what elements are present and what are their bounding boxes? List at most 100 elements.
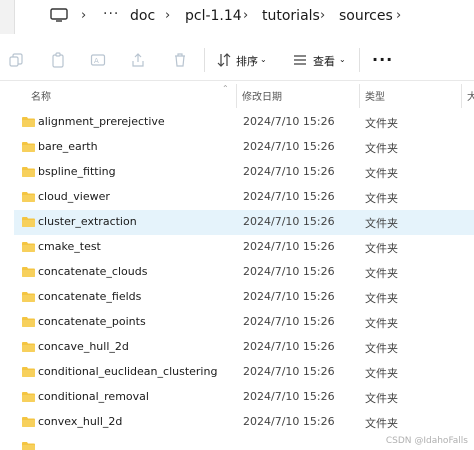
folder-icon — [22, 292, 35, 302]
share-icon[interactable] — [130, 52, 146, 68]
file-type: 文件夹 — [365, 142, 398, 155]
chevron-right-icon: › — [320, 8, 326, 23]
folder-icon — [22, 117, 35, 127]
address-bar-left-edge — [0, 0, 15, 34]
file-type: 文件夹 — [365, 117, 398, 130]
folder-icon — [22, 217, 35, 227]
file-type: 文件夹 — [365, 342, 398, 355]
file-type: 文件夹 — [365, 367, 398, 380]
file-date: 2024/7/10 15:26 — [243, 215, 335, 228]
svg-text:A: A — [94, 57, 99, 65]
paste-icon[interactable] — [50, 52, 66, 68]
address-bar: › ··· doc › pcl-1.14 › tutorials › sourc… — [0, 0, 474, 34]
breadcrumb-overflow-button[interactable]: ··· — [103, 6, 119, 22]
this-pc-icon[interactable] — [50, 8, 68, 22]
view-button[interactable]: 查看 ⌄ — [288, 40, 350, 80]
file-date: 2024/7/10 15:26 — [243, 190, 335, 203]
watermark: CSDN @IdahoFalls — [385, 436, 468, 446]
file-type: 文件夹 — [365, 392, 398, 405]
folder-icon — [22, 317, 35, 327]
sort-label: 排序 — [236, 55, 258, 68]
file-row[interactable]: convex_hull_2d 2024/7/10 15:26 文件夹 — [14, 410, 474, 435]
breadcrumb-item-sources[interactable]: sources — [339, 8, 393, 24]
file-name: concave_hull_2d — [38, 340, 129, 353]
breadcrumb-item-pcl[interactable]: pcl-1.14 — [185, 8, 242, 24]
file-row[interactable]: conditional_euclidean_clustering 2024/7/… — [14, 360, 474, 385]
file-date: 2024/7/10 15:26 — [243, 265, 335, 278]
file-row[interactable]: concatenate_clouds 2024/7/10 15:26 文件夹 — [14, 260, 474, 285]
file-type: 文件夹 — [365, 167, 398, 180]
file-date: 2024/7/10 15:26 — [243, 390, 335, 403]
file-name: bare_earth — [38, 140, 98, 153]
file-type: 文件夹 — [365, 317, 398, 330]
file-type: 文件夹 — [365, 292, 398, 305]
column-divider[interactable] — [461, 84, 462, 108]
chevron-right-icon: › — [81, 8, 87, 23]
column-header-type[interactable]: 类型 — [365, 88, 385, 103]
file-date: 2024/7/10 15:26 — [243, 340, 335, 353]
toolbar-divider — [359, 48, 360, 72]
file-type: 文件夹 — [365, 242, 398, 255]
folder-icon — [22, 442, 35, 450]
file-row-selected[interactable]: cluster_extraction 2024/7/10 15:26 文件夹 — [14, 210, 474, 235]
breadcrumb-item-doc[interactable]: doc — [130, 8, 155, 24]
file-date: 2024/7/10 15:26 — [243, 240, 335, 253]
file-row[interactable]: bspline_fitting 2024/7/10 15:26 文件夹 — [14, 160, 474, 185]
column-header-modified[interactable]: 修改日期 — [242, 88, 282, 103]
file-row[interactable]: alignment_prerejective 2024/7/10 15:26 文… — [14, 110, 474, 135]
copy-icon[interactable] — [8, 52, 24, 68]
file-date: 2024/7/10 15:26 — [243, 315, 335, 328]
file-type: 文件夹 — [365, 217, 398, 230]
folder-icon — [22, 392, 35, 402]
file-type: 文件夹 — [365, 417, 398, 430]
file-row[interactable]: concatenate_points 2024/7/10 15:26 文件夹 — [14, 310, 474, 335]
column-divider[interactable] — [359, 84, 360, 108]
folder-icon — [22, 167, 35, 177]
folder-icon — [22, 267, 35, 277]
chevron-right-icon: › — [165, 8, 171, 23]
file-name: conditional_euclidean_clustering — [38, 365, 218, 378]
view-label: 查看 — [313, 55, 335, 68]
file-row[interactable]: cmake_test 2024/7/10 15:26 文件夹 — [14, 235, 474, 260]
file-name: cloud_viewer — [38, 190, 110, 203]
column-divider[interactable] — [236, 84, 237, 108]
folder-icon — [22, 417, 35, 427]
file-row[interactable]: bare_earth 2024/7/10 15:26 文件夹 — [14, 135, 474, 160]
file-name: concatenate_points — [38, 315, 146, 328]
delete-icon[interactable] — [172, 52, 188, 68]
chevron-right-icon: › — [243, 8, 249, 23]
view-icon — [294, 55, 306, 65]
folder-icon — [22, 192, 35, 202]
sort-icon — [217, 53, 231, 67]
file-name: conditional_removal — [38, 390, 149, 403]
file-name: concatenate_clouds — [38, 265, 148, 278]
sort-button[interactable]: 排序 ⌄ — [212, 40, 272, 80]
file-name: cmake_test — [38, 240, 101, 253]
file-row[interactable]: cloud_viewer 2024/7/10 15:26 文件夹 — [14, 185, 474, 210]
folder-icon — [22, 342, 35, 352]
file-date: 2024/7/10 15:26 — [243, 290, 335, 303]
column-header-name[interactable]: 名称 — [31, 88, 51, 103]
folder-icon — [22, 367, 35, 377]
file-row[interactable]: conditional_removal 2024/7/10 15:26 文件夹 — [14, 385, 474, 410]
file-name: cluster_extraction — [38, 215, 137, 228]
file-name: concatenate_fields — [38, 290, 142, 303]
file-type: 文件夹 — [365, 267, 398, 280]
more-options-button[interactable]: ··· — [372, 50, 393, 69]
file-date: 2024/7/10 15:26 — [243, 115, 335, 128]
file-date: 2024/7/10 15:26 — [243, 365, 335, 378]
chevron-right-icon[interactable]: › — [396, 8, 401, 23]
chevron-down-icon: ⌄ — [260, 55, 267, 64]
file-row[interactable]: concatenate_fields 2024/7/10 15:26 文件夹 — [14, 285, 474, 310]
file-date: 2024/7/10 15:26 — [243, 165, 335, 178]
column-header-size[interactable]: 大 — [467, 88, 474, 103]
command-bar: A 排序 ⌄ 查看 ⌄ ··· — [0, 40, 474, 81]
chevron-up-icon: ⌃ — [222, 84, 229, 93]
file-row[interactable]: concave_hull_2d 2024/7/10 15:26 文件夹 — [14, 335, 474, 360]
file-name: convex_hull_2d — [38, 415, 123, 428]
breadcrumb-item-tutorials[interactable]: tutorials — [262, 8, 320, 24]
folder-icon — [22, 242, 35, 252]
toolbar-divider — [204, 48, 205, 72]
file-type: 文件夹 — [365, 192, 398, 205]
rename-icon[interactable]: A — [90, 52, 106, 68]
